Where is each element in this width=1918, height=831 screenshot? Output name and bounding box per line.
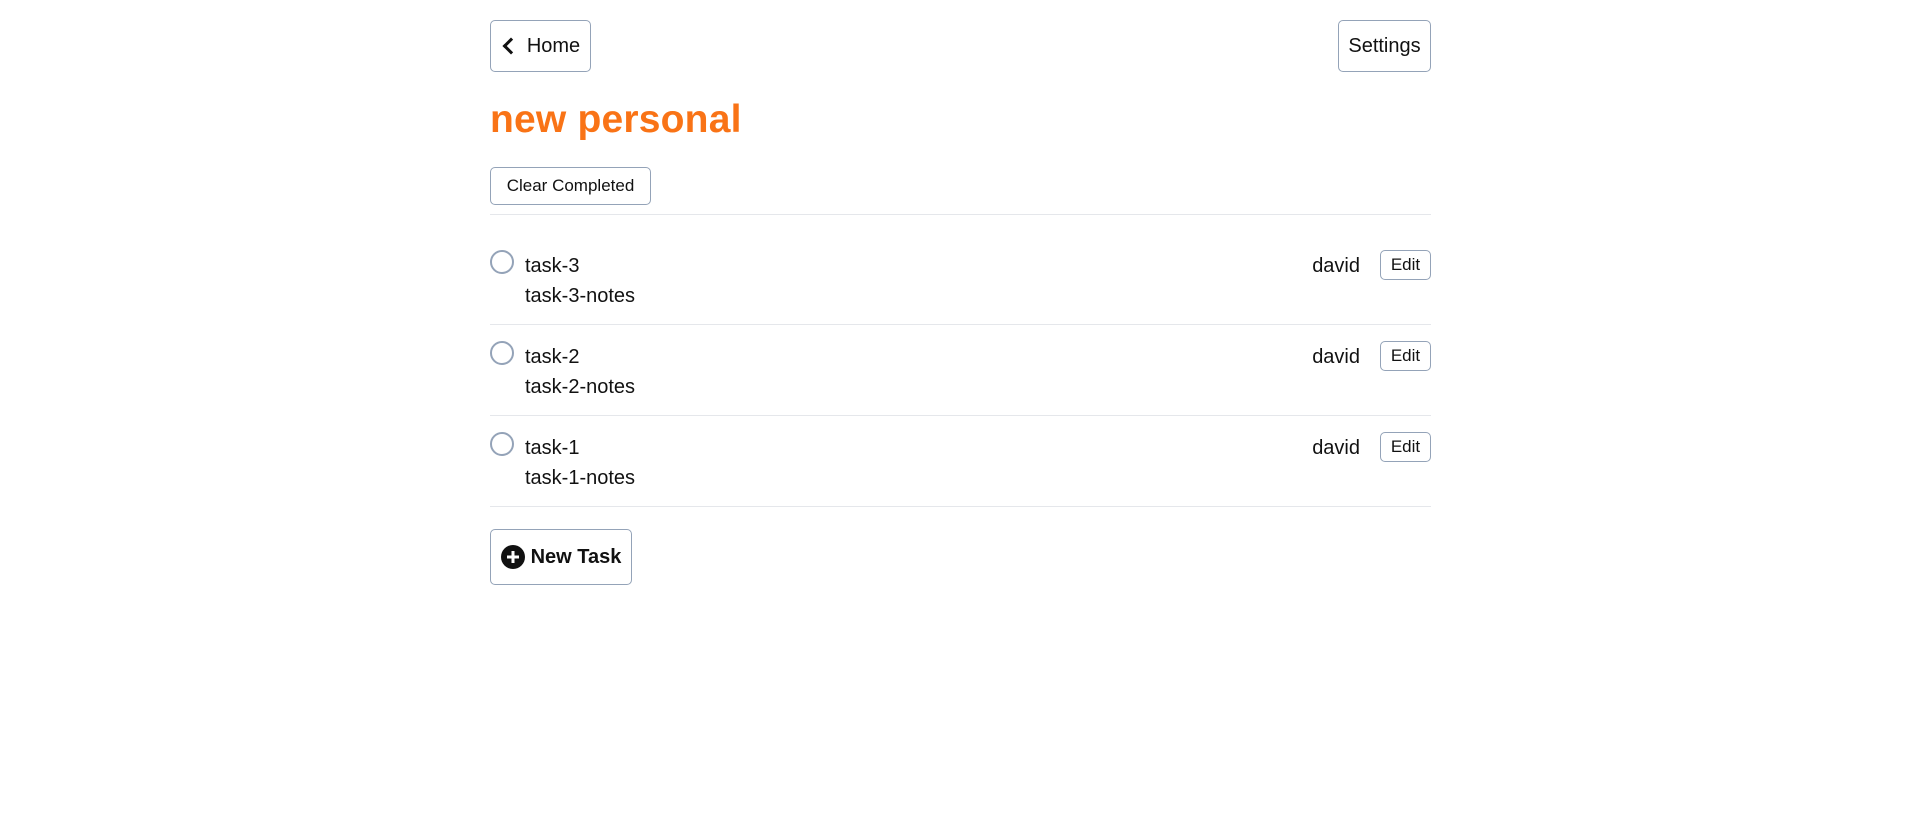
task-owner: david	[1312, 346, 1360, 368]
task-owner: david	[1312, 255, 1360, 277]
home-button[interactable]: Home	[490, 20, 591, 72]
top-bar: Home Settings	[490, 0, 1431, 72]
new-task-button[interactable]: New Task	[490, 529, 632, 585]
edit-task-button[interactable]: Edit	[1380, 341, 1431, 371]
task-list: task-3 task-3-notes david Edit task-2 ta…	[490, 234, 1431, 507]
settings-button[interactable]: Settings	[1338, 20, 1431, 72]
task-name: task-1	[525, 437, 580, 459]
edit-task-button[interactable]: Edit	[1380, 250, 1431, 280]
task-notes: task-1-notes	[525, 467, 636, 489]
task-name: task-2	[525, 346, 580, 368]
task-list-page: Home Settings new personal Clear Complet…	[490, 0, 1431, 585]
list-title: new personal	[490, 98, 742, 141]
chevron-left-icon	[502, 37, 520, 55]
task-notes: task-3-notes	[525, 285, 636, 307]
task-name: task-3	[525, 255, 580, 277]
task-row: task-3 task-3-notes david Edit	[490, 234, 1431, 325]
task-notes: task-2-notes	[525, 376, 636, 398]
plus-circle-icon	[500, 545, 525, 569]
task-complete-checkbox[interactable]	[490, 250, 514, 274]
task-row: task-1 task-1-notes david Edit	[490, 416, 1431, 507]
divider	[490, 214, 1431, 215]
edit-task-button[interactable]: Edit	[1380, 432, 1431, 462]
task-complete-checkbox[interactable]	[490, 432, 514, 456]
task-owner: david	[1312, 437, 1360, 459]
task-complete-checkbox[interactable]	[490, 341, 514, 365]
home-button-label: Home	[526, 34, 581, 57]
new-task-button-label: New Task	[530, 545, 622, 568]
task-row: task-2 task-2-notes david Edit	[490, 325, 1431, 416]
clear-completed-button[interactable]: Clear Completed	[490, 167, 651, 205]
